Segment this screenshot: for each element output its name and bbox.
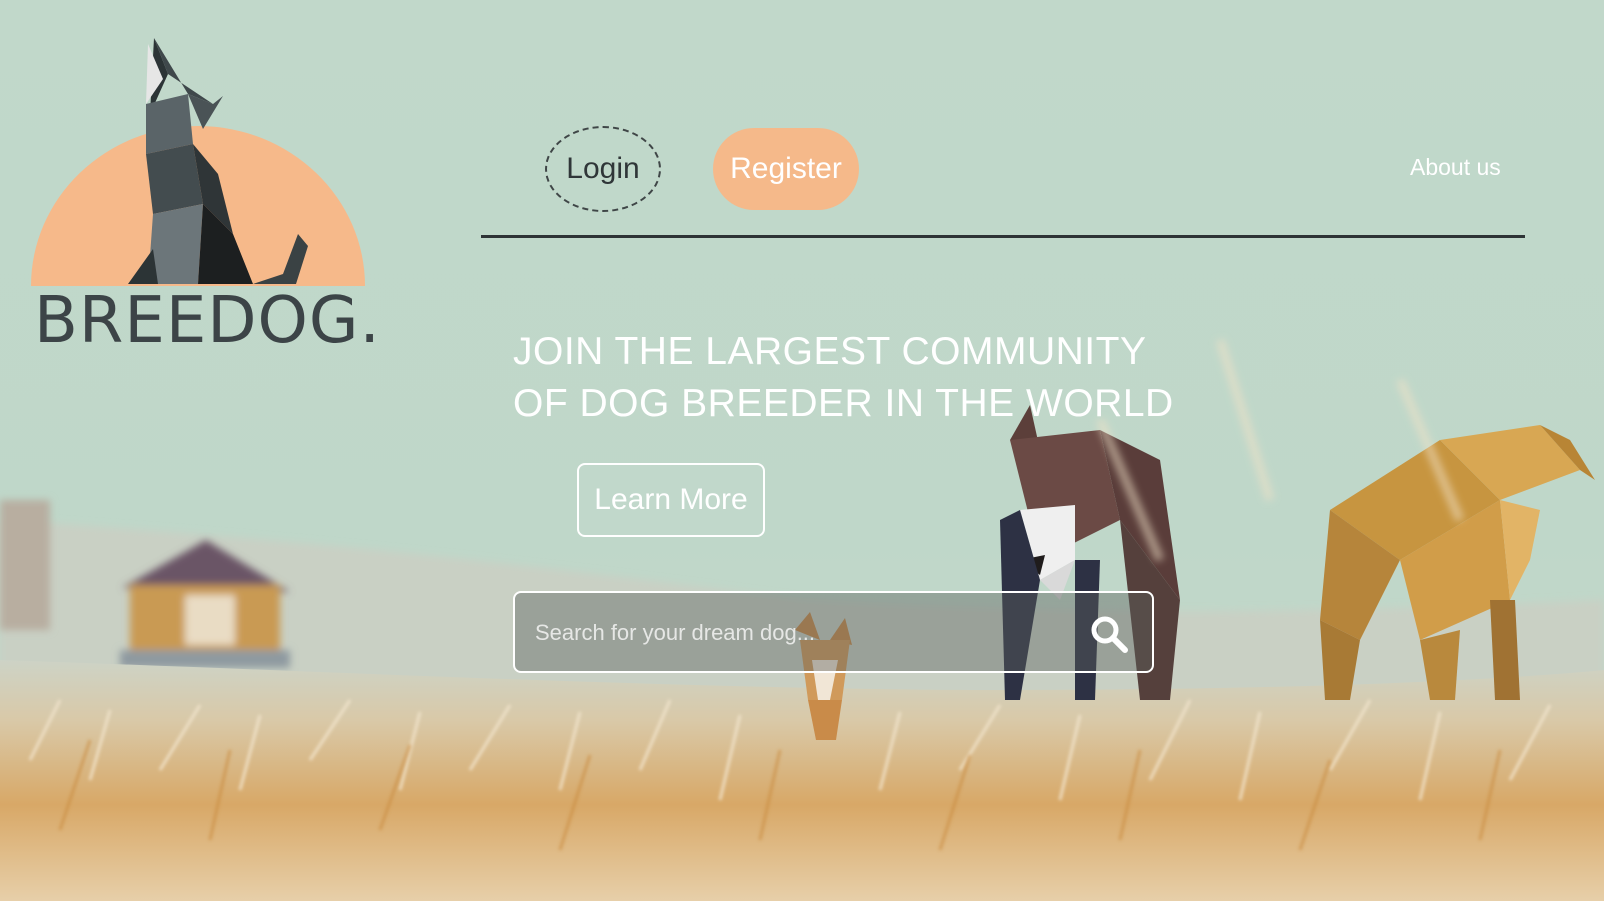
learn-more-button[interactable]: Learn More [577,463,765,537]
search-input[interactable] [535,611,1055,655]
hero-title-line-1: JOIN THE LARGEST COMMUNITY [513,330,1147,373]
register-button[interactable]: Register [713,128,859,210]
search-icon[interactable] [1088,613,1130,655]
brand-name: BREEDOG. [34,284,381,358]
hero-title: JOIN THE LARGEST COMMUNITY OF DOG BREEDE… [513,326,1233,430]
search-bar [513,591,1154,673]
nav-divider [481,235,1525,238]
about-us-link[interactable]: About us [1410,154,1501,181]
hero-title-line-2: OF DOG BREEDER IN THE WORLD [513,382,1174,425]
login-button[interactable]: Login [545,126,661,212]
